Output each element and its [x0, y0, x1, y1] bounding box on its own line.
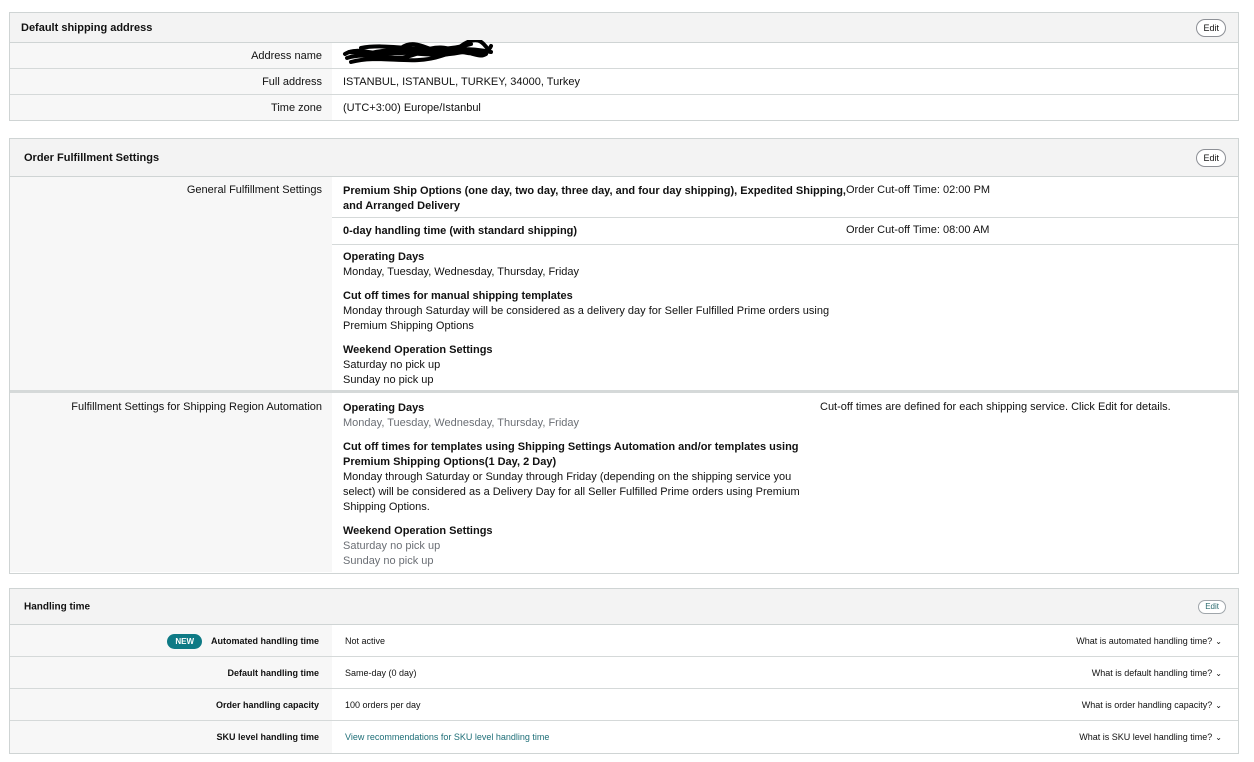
panel-header: Order Fulfillment Settings Edit [10, 139, 1238, 177]
premium-ship-options: Premium Ship Options (one day, two day, … [332, 177, 1238, 218]
sku-handling-time-row: SKU level handling time View recommendat… [10, 721, 1238, 753]
help-text: What is SKU level handling time? [1079, 732, 1213, 742]
operating-days-value: Monday, Tuesday, Wednesday, Thursday, Fr… [343, 266, 580, 278]
row-label: Address name [10, 43, 332, 68]
edit-fulfillment-button[interactable]: Edit [1196, 148, 1226, 167]
zero-day-label: 0-day handling time (with standard shipp… [343, 225, 578, 237]
operating-days-title: Operating Days [343, 251, 425, 263]
cutoff-automation-title-2: Premium Shipping Options(1 Day, 2 Day) [343, 456, 557, 468]
default-shipping-address-panel: Default shipping address Edit Address na… [9, 12, 1239, 121]
default-handling-time-row: Default handling time Same-day (0 day) W… [10, 657, 1238, 689]
help-automated-handling-link[interactable]: What is automated handling time? ⌄ [1076, 625, 1222, 658]
row-label: SKU level handling time [10, 721, 332, 753]
saturday-value: Saturday no pick up [343, 359, 441, 371]
help-default-handling-link[interactable]: What is default handling time? ⌄ [1092, 657, 1222, 690]
cutoff-automation-body-3: Shipping Options. [343, 501, 430, 513]
edit-shipping-address-button[interactable]: Edit [1196, 18, 1226, 37]
new-badge: NEW [167, 634, 202, 650]
premium-cutoff-time: Order Cut-off Time: 02:00 PM [846, 184, 991, 196]
edit-handling-time-button[interactable]: Edit [1198, 599, 1226, 614]
section-label: General Fulfillment Settings [10, 177, 332, 390]
order-fulfillment-settings-panel: Order Fulfillment Settings Edit General … [9, 138, 1239, 574]
row-label: Order handling capacity [10, 689, 332, 720]
full-address-value: ISTANBUL, ISTANBUL, TURKEY, 34000, Turke… [332, 69, 1238, 94]
premium-line-1: Premium Ship Options (one day, two day, … [343, 185, 846, 197]
region-automation-section: Fulfillment Settings for Shipping Region… [10, 393, 1238, 572]
section-label: Fulfillment Settings for Shipping Region… [10, 393, 332, 572]
premium-line-2: and Arranged Delivery [343, 200, 460, 212]
chevron-down-icon: ⌄ [1215, 701, 1222, 710]
cutoff-service-note: Cut-off times are defined for each shipp… [820, 401, 1171, 413]
order-handling-capacity-row: Order handling capacity 100 orders per d… [10, 689, 1238, 721]
panel-header: Handling time Edit [10, 589, 1238, 625]
row-label: Time zone [10, 95, 332, 120]
cutoff-automation-body-2: select) will be considered as a Delivery… [343, 486, 800, 498]
panel-header: Default shipping address Edit [10, 13, 1238, 43]
operating-days-value: Monday, Tuesday, Wednesday, Thursday, Fr… [343, 417, 580, 429]
sunday-value: Sunday no pick up [343, 555, 434, 567]
chevron-down-icon: ⌄ [1215, 669, 1222, 678]
cutoff-manual-line-1: Monday through Saturday will be consider… [343, 305, 830, 317]
help-text: What is order handling capacity? [1081, 700, 1213, 710]
weekend-title: Weekend Operation Settings [343, 525, 493, 537]
general-details: Operating Days Monday, Tuesday, Wednesda… [332, 245, 1238, 388]
time-zone-value: (UTC+3:00) Europe/Istanbul [332, 95, 1238, 120]
time-zone-row: Time zone (UTC+3:00) Europe/Istanbul [10, 95, 1238, 120]
row-label-wrap: NEW Automated handling time [10, 625, 332, 656]
row-label: Full address [10, 69, 332, 94]
address-name-row: Address name [10, 43, 1238, 69]
sunday-value: Sunday no pick up [343, 374, 434, 386]
cutoff-automation-title-1: Cut off times for templates using Shippi… [343, 441, 799, 453]
chevron-down-icon: ⌄ [1215, 637, 1222, 646]
panel-title: Handling time [24, 601, 91, 612]
zero-day-cutoff-time: Order Cut-off Time: 08:00 AM [846, 224, 990, 236]
panel-title: Order Fulfillment Settings [24, 151, 160, 164]
weekend-title: Weekend Operation Settings [343, 344, 493, 356]
zero-day-handling: 0-day handling time (with standard shipp… [332, 218, 1238, 245]
automated-handling-time-row: NEW Automated handling time Not active Wh… [10, 625, 1238, 657]
region-automation-content: Operating Days Monday, Tuesday, Wednesda… [332, 393, 1238, 572]
row-label: Automated handling time [211, 636, 319, 646]
chevron-down-icon: ⌄ [1215, 733, 1222, 742]
full-address-row: Full address ISTANBUL, ISTANBUL, TURKEY,… [10, 69, 1238, 95]
help-text: What is automated handling time? [1076, 636, 1213, 646]
automation-details: Operating Days Monday, Tuesday, Wednesda… [332, 393, 1238, 569]
sku-recommendations-link[interactable]: View recommendations for SKU level handl… [345, 732, 549, 742]
help-sku-handling-link[interactable]: What is SKU level handling time? ⌄ [1079, 721, 1222, 754]
row-label: Default handling time [10, 657, 332, 688]
cutoff-manual-line-2: Premium Shipping Options [343, 320, 474, 332]
saturday-value: Saturday no pick up [343, 540, 441, 552]
cutoff-manual-title: Cut off times for manual shipping templa… [343, 290, 573, 302]
help-order-capacity-link[interactable]: What is order handling capacity? ⌄ [1082, 689, 1222, 722]
help-text: What is default handling time? [1091, 668, 1213, 678]
general-fulfillment-content: Premium Ship Options (one day, two day, … [332, 177, 1238, 390]
cutoff-automation-body-1: Monday through Saturday or Sunday throug… [343, 471, 792, 483]
panel-title: Default shipping address [21, 21, 153, 34]
general-fulfillment-section: General Fulfillment Settings Premium Shi… [10, 177, 1238, 393]
handling-time-panel: Handling time Edit NEW Automated handling… [9, 588, 1239, 754]
redaction-scribble [343, 40, 493, 64]
